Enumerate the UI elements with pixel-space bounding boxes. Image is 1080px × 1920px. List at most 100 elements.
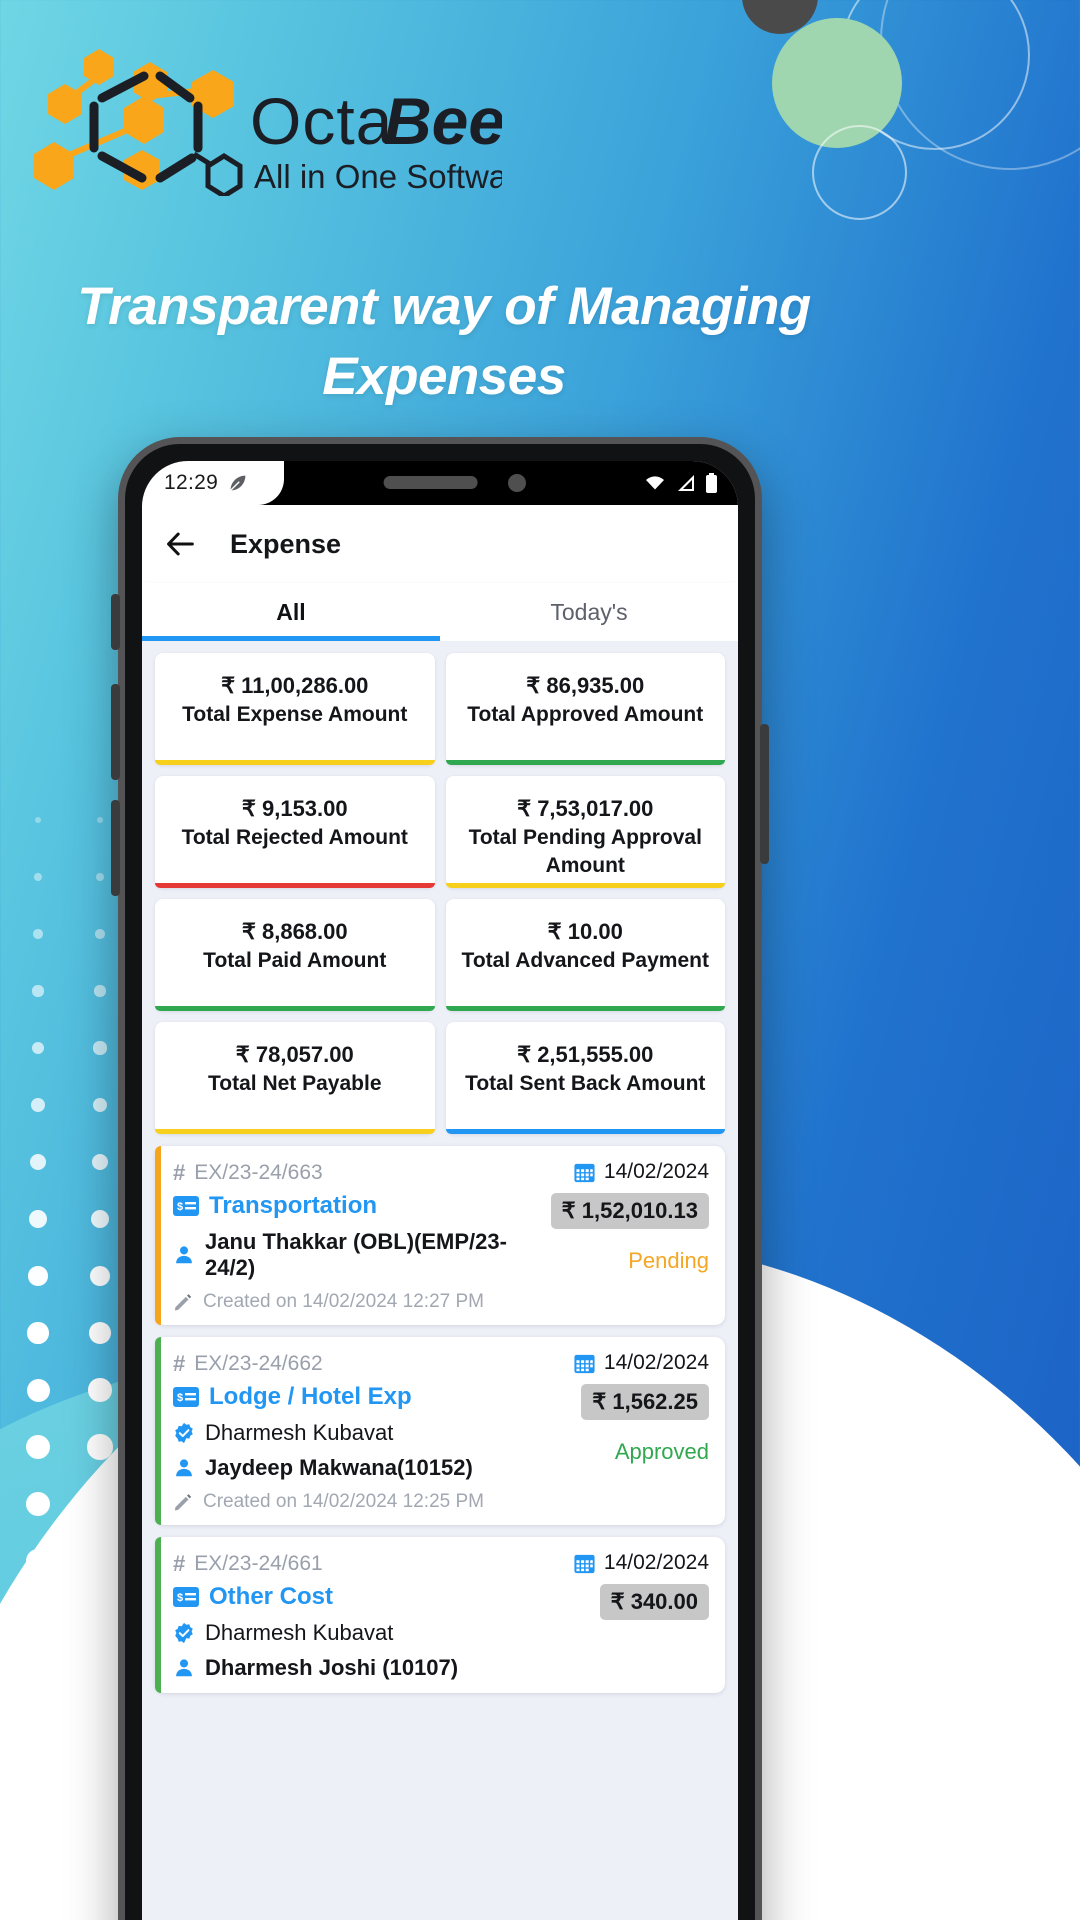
expense-code: EX/23-24/662 xyxy=(194,1352,323,1375)
summary-card[interactable]: ₹ 9,153.00 Total Rejected Amount xyxy=(155,776,435,888)
expense-status-stripe xyxy=(155,1146,161,1325)
phone-button-power[interactable] xyxy=(760,724,769,864)
octabees-logo-icon: Octa Bees All in One Software xyxy=(34,49,502,196)
expense-date-row: 14/02/2024 xyxy=(573,1551,709,1575)
status-bar-indicators xyxy=(643,461,718,505)
expense-category-icon: $ xyxy=(173,1196,199,1216)
phone-earpiece-speaker xyxy=(383,476,478,489)
page-title: Expense xyxy=(230,528,342,559)
expense-card[interactable]: # EX/23-24/663 $ Transportation Janu Tha… xyxy=(155,1146,725,1325)
summary-card[interactable]: ₹ 10.00 Total Advanced Payment xyxy=(445,899,725,1011)
tab-all[interactable]: All xyxy=(142,583,440,641)
summary-card-accent-bar xyxy=(155,1129,435,1134)
status-bar-clock-pill: 12:29 xyxy=(142,461,284,505)
expense-approver-row: Dharmesh Kubavat xyxy=(173,1620,573,1646)
summary-card[interactable]: ₹ 78,057.00 Total Net Payable xyxy=(155,1022,435,1134)
expense-category-icon: $ xyxy=(173,1387,199,1407)
summary-card[interactable]: ₹ 8,868.00 Total Paid Amount xyxy=(155,899,435,1011)
expense-category: Transportation xyxy=(209,1192,378,1219)
summary-card[interactable]: ₹ 86,935.00 Total Approved Amount xyxy=(445,653,725,765)
tab-todays[interactable]: Today's xyxy=(440,583,738,641)
expense-created-row: Created on 14/02/2024 12:27 PM xyxy=(173,1291,551,1313)
phone-button-volume-up[interactable] xyxy=(111,684,120,780)
summary-card-amount: ₹ 2,51,555.00 xyxy=(517,1042,654,1067)
summary-card-label: Total Approved Amount xyxy=(467,703,704,726)
expense-card[interactable]: # EX/23-24/662 $ Lodge / Hotel Exp Dharm… xyxy=(155,1337,725,1525)
expense-person-row: Jaydeep Makwana(10152) xyxy=(173,1455,573,1481)
summary-card-accent-bar xyxy=(155,760,435,765)
calendar-icon xyxy=(574,1554,595,1573)
expense-code: EX/23-24/661 xyxy=(194,1552,323,1575)
app-bar: Expense xyxy=(142,505,738,583)
expense-status-badge: Pending xyxy=(628,1248,709,1273)
expense-person-row: Dharmesh Joshi (10107) xyxy=(173,1655,573,1681)
status-bar-time: 12:29 xyxy=(164,471,219,494)
brand-logo: Octa Bees All in One Software xyxy=(32,36,502,196)
expense-approver-row: Dharmesh Kubavat xyxy=(173,1420,573,1446)
back-arrow-icon[interactable] xyxy=(164,527,198,561)
expense-person-row: Janu Thakkar (OBL)(EMP/23-24/2) xyxy=(173,1229,551,1281)
expense-code-row: # EX/23-24/662 xyxy=(173,1351,573,1377)
pencil-icon xyxy=(174,1494,192,1511)
summary-card[interactable]: ₹ 7,53,017.00 Total Pending Approval Amo… xyxy=(445,776,725,888)
expense-list: # EX/23-24/663 $ Transportation Janu Tha… xyxy=(155,1146,725,1693)
svg-text:All in One Software: All in One Software xyxy=(254,158,502,195)
expense-person: Jaydeep Makwana(10152) xyxy=(205,1455,473,1480)
summary-card-label: Total Expense Amount xyxy=(182,703,408,726)
wifi-icon xyxy=(646,476,664,490)
phone-screen: 12:29 Expense All Today's ₹ 11,00,286.00… xyxy=(142,461,738,1920)
calendar-icon xyxy=(574,1163,595,1182)
expense-amount-badge: ₹ 340.00 xyxy=(599,1584,709,1620)
expense-person: Janu Thakkar (OBL)(EMP/23-24/2) xyxy=(205,1229,507,1280)
summary-card-amount: ₹ 78,057.00 xyxy=(235,1042,354,1067)
expense-date: 14/02/2024 xyxy=(603,1351,709,1374)
summary-card-amount: ₹ 8,868.00 xyxy=(241,919,348,944)
expense-created: Created on 14/02/2024 12:25 PM xyxy=(203,1491,484,1512)
summary-card-accent-bar xyxy=(155,883,435,888)
expense-amount-badge: ₹ 1,52,010.13 xyxy=(550,1193,709,1229)
expense-code: EX/23-24/663 xyxy=(194,1161,323,1184)
summary-card-amount: ₹ 10.00 xyxy=(547,919,623,944)
expense-created: Created on 14/02/2024 12:27 PM xyxy=(203,1291,484,1312)
summary-card-label: Total Rejected Amount xyxy=(181,826,408,849)
svg-text:Bees: Bees xyxy=(384,84,502,158)
summary-card-grid: ₹ 11,00,286.00 Total Expense Amount ₹ 86… xyxy=(155,653,725,1134)
expense-date: 14/02/2024 xyxy=(603,1160,709,1183)
person-icon xyxy=(176,1659,192,1677)
summary-card-accent-bar xyxy=(155,1006,435,1011)
expense-category: Lodge / Hotel Exp xyxy=(209,1383,412,1410)
summary-card-label: Total Net Payable xyxy=(208,1072,382,1095)
summary-card-amount: ₹ 86,935.00 xyxy=(526,673,645,698)
scroll-content[interactable]: ₹ 11,00,286.00 Total Expense Amount ₹ 86… xyxy=(142,641,738,1920)
calendar-icon xyxy=(574,1354,595,1373)
summary-card-label: Total Pending Approval Amount xyxy=(468,826,702,877)
expense-category: Other Cost xyxy=(209,1583,334,1610)
expense-person: Dharmesh Joshi (10107) xyxy=(205,1655,459,1680)
svg-text:$: $ xyxy=(177,1392,183,1404)
expense-status-stripe xyxy=(155,1337,161,1525)
phone-button-mute[interactable] xyxy=(111,594,120,650)
phone-front-camera xyxy=(508,474,526,492)
verified-badge-icon xyxy=(175,1622,193,1644)
summary-card-accent-bar xyxy=(445,883,725,888)
decorative-circle-green xyxy=(772,18,902,148)
battery-icon xyxy=(706,473,717,493)
summary-card-label: Total Sent Back Amount xyxy=(465,1072,706,1095)
hash-icon: # xyxy=(173,1160,186,1185)
expense-date: 14/02/2024 xyxy=(603,1551,709,1574)
expense-code-row: # EX/23-24/663 xyxy=(173,1160,551,1186)
summary-card[interactable]: ₹ 2,51,555.00 Total Sent Back Amount xyxy=(445,1022,725,1134)
expense-created-row: Created on 14/02/2024 12:25 PM xyxy=(173,1491,573,1513)
hash-icon: # xyxy=(173,1351,186,1376)
person-icon xyxy=(176,1459,192,1477)
summary-card-accent-bar xyxy=(445,760,725,765)
expense-status-badge: Approved xyxy=(614,1439,709,1464)
summary-card[interactable]: ₹ 11,00,286.00 Total Expense Amount xyxy=(155,653,435,765)
signal-icon xyxy=(678,475,694,491)
expense-date-row: 14/02/2024 xyxy=(573,1351,709,1375)
svg-text:$: $ xyxy=(177,1592,183,1604)
expense-category-row: $ Transportation xyxy=(173,1192,551,1220)
verified-badge-icon xyxy=(175,1422,193,1444)
expense-card[interactable]: # EX/23-24/661 $ Other Cost Dharmesh Kub… xyxy=(155,1537,725,1693)
phone-button-volume-down[interactable] xyxy=(111,800,120,896)
